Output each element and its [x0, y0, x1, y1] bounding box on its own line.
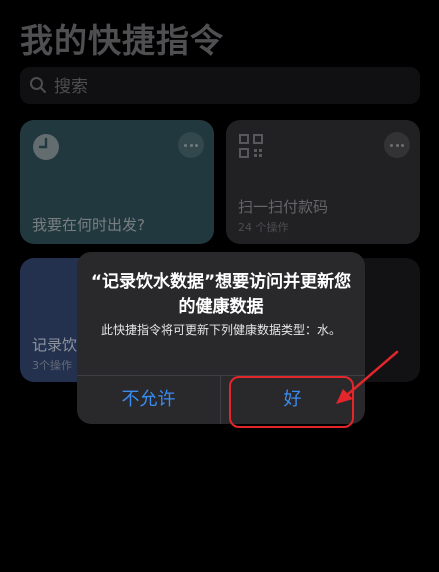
- arrow-annotation-icon: [336, 350, 399, 404]
